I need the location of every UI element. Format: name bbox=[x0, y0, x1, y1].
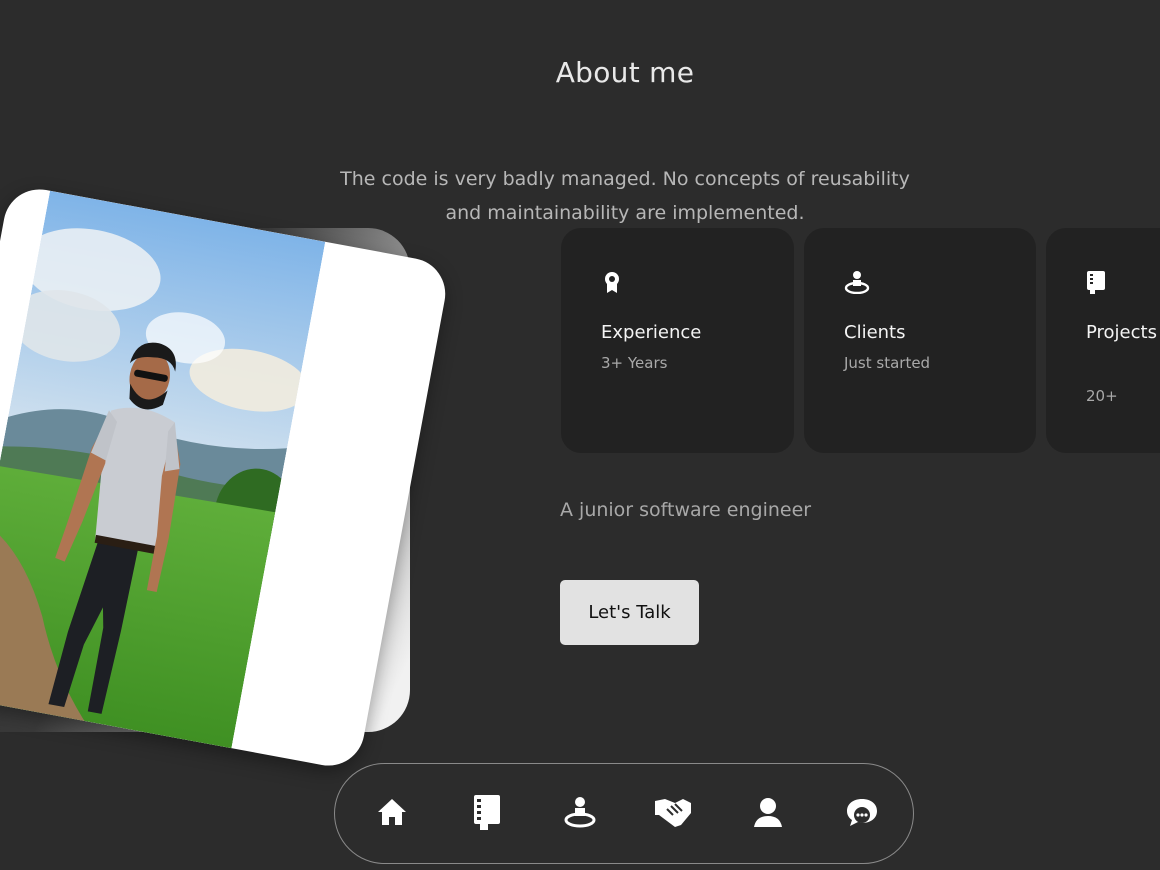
stat-value: Just started bbox=[844, 354, 931, 372]
section-title: About me bbox=[555, 56, 695, 89]
bottom-nav bbox=[334, 763, 914, 864]
book-icon bbox=[1086, 270, 1108, 294]
nav-contact[interactable] bbox=[843, 794, 883, 834]
stat-value: 3+ Years bbox=[601, 354, 668, 372]
home-icon bbox=[376, 797, 408, 831]
profile-photo bbox=[0, 190, 326, 759]
award-icon bbox=[601, 270, 623, 294]
stat-card-clients: Clients Just started bbox=[804, 228, 1036, 453]
nav-portfolio[interactable] bbox=[748, 794, 788, 834]
handshake-icon bbox=[653, 795, 693, 833]
stat-label: Clients bbox=[844, 322, 906, 343]
nav-experience[interactable] bbox=[560, 794, 600, 834]
tagline-text: A junior software engineer bbox=[560, 499, 812, 521]
stat-card-projects: Projects Completed 20+ bbox=[1046, 228, 1160, 453]
user-podium-icon bbox=[844, 270, 870, 295]
stat-card-experience: Experience 3+ Years bbox=[561, 228, 794, 453]
user-podium-icon bbox=[563, 795, 597, 833]
book-icon bbox=[472, 794, 502, 834]
lets-talk-button[interactable]: Let's Talk bbox=[560, 580, 699, 645]
user-icon bbox=[752, 796, 784, 832]
about-page: About me The code is very badly managed.… bbox=[0, 0, 1160, 870]
stat-value: 20+ bbox=[1086, 387, 1118, 405]
stat-label: Projects Completed bbox=[1086, 322, 1160, 343]
nav-services[interactable] bbox=[653, 794, 693, 834]
stat-label: Experience bbox=[601, 322, 702, 343]
nav-home[interactable] bbox=[372, 794, 412, 834]
chat-icon bbox=[845, 796, 881, 832]
intro-text: The code is very badly managed. No conce… bbox=[340, 168, 910, 224]
nav-about[interactable] bbox=[467, 794, 507, 834]
